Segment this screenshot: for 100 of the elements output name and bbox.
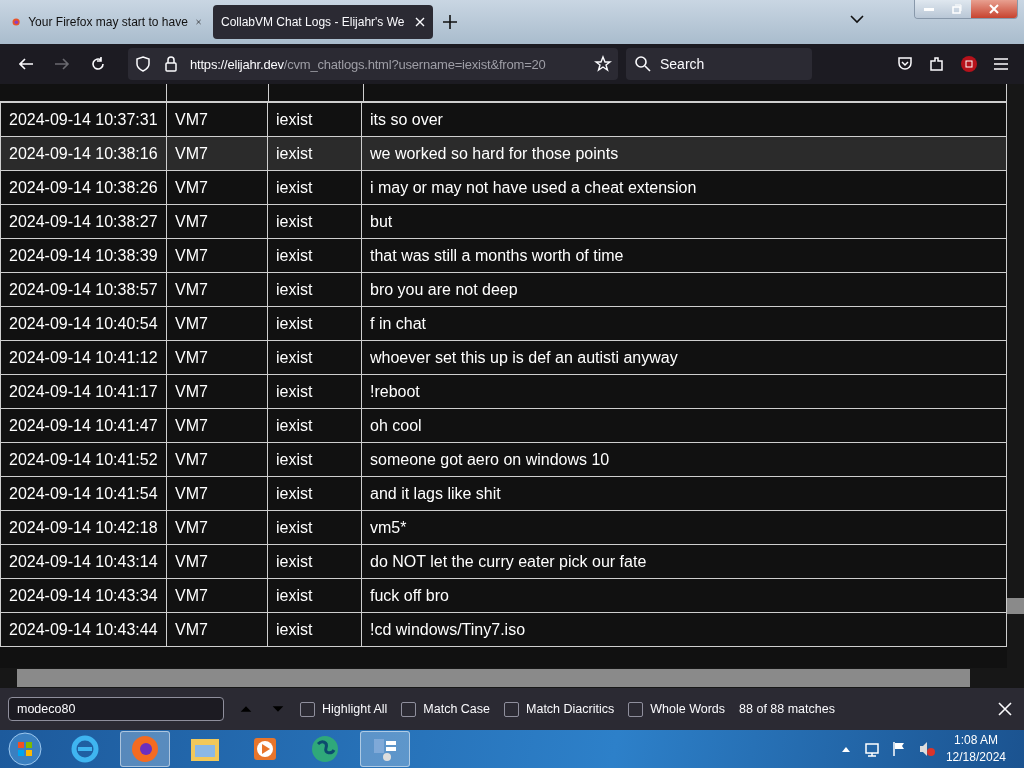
table-cell: VM7 bbox=[166, 374, 268, 409]
table-cell: its so over bbox=[361, 102, 1007, 137]
find-field[interactable]: modeco80 bbox=[8, 697, 224, 721]
checkbox-label[interactable]: Match Diacritics bbox=[526, 702, 615, 716]
table-cell: 2024-09-14 10:38:26 bbox=[0, 170, 167, 205]
table-cell: iexist bbox=[267, 136, 362, 171]
table-cell: iexist bbox=[267, 578, 362, 613]
tab-title: CollabVM Chat Logs - Elijahr's We bbox=[221, 15, 406, 29]
url-text: https://elijahr.dev/cvm_chatlogs.html?username=iexist&from=20 bbox=[190, 56, 547, 72]
table-cell: iexist bbox=[267, 204, 362, 239]
vertical-scrollbar[interactable] bbox=[1007, 84, 1024, 668]
shield-icon bbox=[134, 55, 152, 73]
clock-time[interactable]: 1:08 AM bbox=[945, 732, 1006, 749]
table-cell: bro you are not deep bbox=[361, 272, 1007, 307]
table-cell: VM7 bbox=[166, 204, 268, 239]
table-cell: and it lags like shit bbox=[361, 476, 1007, 511]
table-cell: VM7 bbox=[166, 272, 268, 307]
restore-icon bbox=[952, 4, 962, 14]
checkbox[interactable] bbox=[401, 701, 417, 717]
table-cell: 2024-09-14 10:40:54 bbox=[0, 306, 167, 341]
browser-tab[interactable]: Your Firefox may start to have bbox=[4, 5, 209, 39]
table-cell: i may or may not have used a cheat extension bbox=[361, 170, 1007, 205]
checkbox[interactable] bbox=[628, 701, 644, 717]
table-cell: 2024-09-14 10:38:16 bbox=[0, 136, 167, 171]
table-cell: !reboot bbox=[361, 374, 1007, 409]
table-cell: 2024-09-14 10:43:34 bbox=[0, 578, 167, 613]
pocket-icon bbox=[896, 55, 914, 73]
chevron-down-icon[interactable] bbox=[850, 14, 864, 24]
table-cell: VM7 bbox=[166, 102, 268, 137]
address-bar[interactable]: https://elijahr.dev/cvm_chatlogs.html?username=iexist&from=20 bbox=[128, 48, 618, 80]
table-cell: iexist bbox=[267, 170, 362, 205]
clock-date[interactable]: 12/18/2024 bbox=[945, 749, 1006, 766]
table-cell: 2024-09-14 10:38:57 bbox=[0, 272, 167, 307]
table-cell: VM7 bbox=[166, 510, 268, 545]
checkbox-label[interactable]: Match Case bbox=[423, 702, 491, 716]
match-count: 88 of 88 matches bbox=[739, 702, 835, 716]
table-cell: 2024-09-14 10:38:39 bbox=[0, 238, 167, 273]
table-cell: f in chat bbox=[361, 306, 1007, 341]
firefox-icon[interactable] bbox=[120, 731, 170, 767]
table-cell: 2024-09-14 10:41:54 bbox=[0, 476, 167, 511]
search-icon bbox=[634, 55, 652, 73]
table-cell: VM7 bbox=[166, 408, 268, 443]
table-cell: 2024-09-14 10:37:31 bbox=[0, 102, 167, 137]
close-button[interactable] bbox=[971, 0, 1017, 18]
table-cell: iexist bbox=[267, 374, 362, 409]
table-cell: VM7 bbox=[166, 544, 268, 579]
table-cell: someone got aero on windows 10 bbox=[361, 442, 1007, 477]
table-cell: VM7 bbox=[166, 306, 268, 341]
reload-icon bbox=[89, 55, 107, 73]
table-cell: 2024-09-14 10:43:14 bbox=[0, 544, 167, 579]
table-cell: VM7 bbox=[166, 170, 268, 205]
table-cell: VM7 bbox=[166, 340, 268, 375]
table-cell: 2024-09-14 10:41:52 bbox=[0, 442, 167, 477]
table-cell: iexist bbox=[267, 442, 362, 477]
table-cell: we worked so hard for those points bbox=[361, 136, 1007, 171]
table-cell: iexist bbox=[267, 408, 362, 443]
table-cell: fuck off bro bbox=[361, 578, 1007, 613]
tab-title: Your Firefox may start to have bbox=[28, 15, 188, 29]
table-cell: 2024-09-14 10:41:47 bbox=[0, 408, 167, 443]
back-icon[interactable] bbox=[18, 58, 34, 70]
puzzle-icon bbox=[928, 55, 946, 73]
checkbox[interactable] bbox=[504, 701, 520, 717]
table-cell: 2024-09-14 10:41:12 bbox=[0, 340, 167, 375]
table-cell: iexist bbox=[267, 510, 362, 545]
checkbox-label[interactable]: Whole Words bbox=[650, 702, 726, 716]
table-cell: iexist bbox=[267, 544, 362, 579]
close-icon bbox=[989, 4, 999, 14]
table-cell: but bbox=[361, 204, 1007, 239]
close-icon[interactable] bbox=[415, 17, 425, 27]
table-cell: VM7 bbox=[166, 578, 268, 613]
new-tab-icon[interactable] bbox=[443, 15, 457, 29]
table-cell: VM7 bbox=[166, 476, 268, 511]
table-cell: that was still a months worth of time bbox=[361, 238, 1007, 273]
control-panel-icon[interactable] bbox=[360, 731, 410, 767]
table-cell: oh cool bbox=[361, 408, 1007, 443]
browser-tab[interactable]: CollabVM Chat Logs - Elijahr's We bbox=[213, 5, 433, 39]
table-cell: iexist bbox=[267, 238, 362, 273]
shield-badge-icon bbox=[960, 55, 978, 73]
table-cell: iexist bbox=[267, 612, 362, 647]
horizontal-scrollbar[interactable] bbox=[0, 668, 1024, 688]
table-cell: !cd windows/Tiny7.iso bbox=[361, 612, 1007, 647]
table-cell: vm5* bbox=[361, 510, 1007, 545]
lock-icon bbox=[162, 55, 180, 73]
table-cell: 2024-09-14 10:38:27 bbox=[0, 204, 167, 239]
table-cell: VM7 bbox=[166, 238, 268, 273]
table-cell: 2024-09-14 10:42:18 bbox=[0, 510, 167, 545]
table-cell: iexist bbox=[267, 272, 362, 307]
muted-speaker-icon bbox=[917, 740, 936, 758]
table-cell: 2024-09-14 10:43:44 bbox=[0, 612, 167, 647]
menu-icon bbox=[992, 55, 1010, 73]
table-cell: iexist bbox=[267, 476, 362, 511]
table-cell: iexist bbox=[267, 306, 362, 341]
table-cell: whoever set this up is def an autisti anyway bbox=[361, 340, 1007, 375]
search-field[interactable]: Search bbox=[626, 48, 812, 80]
table-cell: VM7 bbox=[166, 612, 268, 647]
close-icon[interactable] bbox=[998, 702, 1012, 716]
table-cell: 2024-09-14 10:41:17 bbox=[0, 374, 167, 409]
table-cell: VM7 bbox=[166, 136, 268, 171]
checkbox-label[interactable]: Highlight All bbox=[322, 702, 388, 716]
checkbox[interactable] bbox=[300, 701, 315, 717]
